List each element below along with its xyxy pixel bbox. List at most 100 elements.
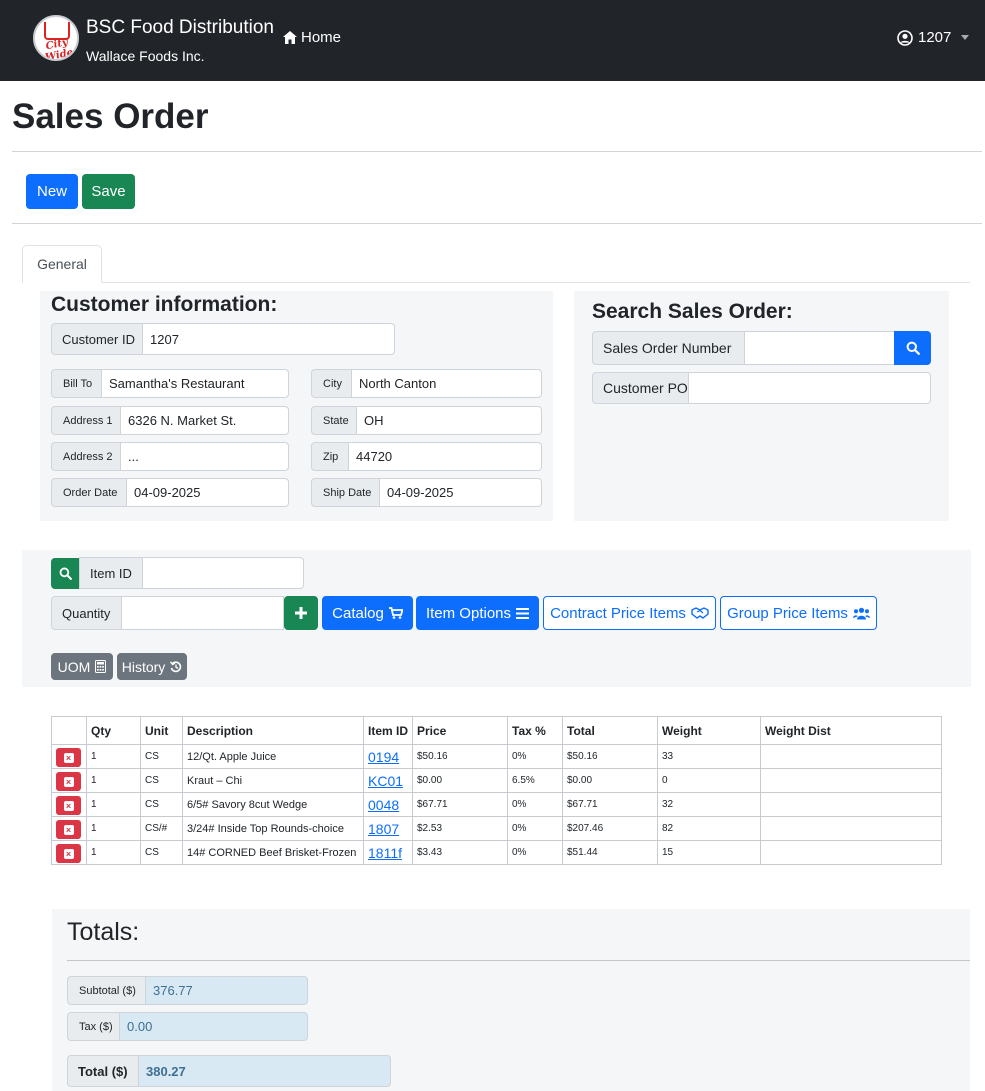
zip-label: Zip (311, 442, 349, 471)
qty-cell: 1 (86, 816, 141, 841)
nav-home-link[interactable]: Home (283, 29, 341, 46)
delete-row-button[interactable]: × (56, 772, 81, 791)
qty-cell: 1 (86, 792, 141, 817)
order-date-input[interactable]: 04-09-2025 (127, 478, 289, 507)
home-icon (283, 31, 297, 44)
city-input[interactable]: North Canton (352, 369, 542, 398)
item-id-link[interactable]: 1807 (363, 816, 413, 841)
logo-text: City Wide (44, 36, 75, 61)
user-menu-dropdown[interactable]: 1207 (897, 29, 970, 46)
weight-dist-cell[interactable] (760, 816, 942, 841)
description-cell: 14# CORNED Beef Brisket-Frozen (182, 840, 364, 865)
weight-dist-cell[interactable] (760, 744, 942, 769)
zip-group: Zip 44720 (311, 442, 542, 471)
new-button[interactable]: New (26, 174, 78, 209)
shopping-cart-icon (388, 607, 403, 619)
item-id-label: Item ID (79, 557, 143, 589)
weight-dist-cell[interactable] (760, 840, 942, 865)
tab-general[interactable]: General (22, 245, 102, 283)
bill-to-group: Bill To Samantha's Restaurant (51, 369, 289, 398)
add-item-button[interactable] (284, 596, 318, 630)
address1-label: Address 1 (51, 406, 121, 435)
order-date-group: Order Date 04-09-2025 (51, 478, 289, 507)
delete-row-button[interactable]: × (56, 844, 81, 863)
quantity-input[interactable] (122, 596, 284, 630)
catalog-label: Catalog (332, 604, 384, 622)
bill-to-input[interactable]: Samantha's Restaurant (102, 369, 289, 398)
city-group: City North Canton (311, 369, 542, 398)
contract-price-items-button[interactable]: Contract Price Items (543, 596, 716, 630)
total-cell: $50.16 (562, 744, 658, 769)
item-id-input[interactable] (143, 557, 304, 589)
address1-input[interactable]: 6326 N. Market St. (121, 406, 289, 435)
total-label: Total ($) (67, 1055, 139, 1087)
weight-dist-cell[interactable] (760, 792, 942, 817)
table-row: × 1 CS 12/Qt. Apple Juice 0194 $50.16 0%… (51, 744, 942, 769)
sales-order-number-input[interactable] (745, 331, 895, 365)
item-id-link[interactable]: 0194 (363, 744, 413, 769)
total-cell: $67.71 (562, 792, 658, 817)
close-icon: × (63, 800, 74, 811)
unit-cell: CS/# (140, 816, 183, 841)
users-icon (852, 607, 870, 619)
customer-po-label: Customer PO (592, 372, 689, 404)
unit-cell: CS (140, 768, 183, 793)
uom-button[interactable]: UOM (51, 653, 113, 680)
top-navbar: City Wide BSC Food Distribution Wallace … (0, 0, 985, 81)
weight-cell: 82 (657, 816, 761, 841)
address2-input[interactable]: ... (121, 442, 289, 471)
customer-id-input[interactable]: 1207 (143, 323, 395, 355)
address1-group: Address 1 6326 N. Market St. (51, 406, 289, 435)
delete-row-button[interactable]: × (56, 748, 81, 767)
company-logo[interactable]: City Wide (33, 15, 79, 61)
calculator-icon (95, 660, 107, 673)
catalog-button[interactable]: Catalog (322, 596, 413, 630)
total-group: Total ($) 380.27 (67, 1055, 391, 1087)
order-date-label: Order Date (51, 478, 127, 507)
tax-cell: 0% (507, 792, 563, 817)
unit-cell: CS (140, 840, 183, 865)
group-price-items-button[interactable]: Group Price Items (720, 596, 877, 630)
delete-row-button[interactable]: × (56, 796, 81, 815)
close-icon: × (63, 824, 74, 835)
save-button[interactable]: Save (82, 174, 135, 209)
ship-date-label: Ship Date (311, 478, 380, 507)
history-button[interactable]: History (117, 653, 187, 680)
row-actions-cell: × (51, 816, 87, 841)
weight-dist-cell[interactable] (760, 768, 942, 793)
item-search-button[interactable] (51, 558, 79, 589)
tax-group: Tax ($) 0.00 (67, 1012, 308, 1041)
description-cell: 6/5# Savory 8cut Wedge (182, 792, 364, 817)
price-cell: $3.43 (412, 840, 508, 865)
user-circle-icon (897, 29, 913, 46)
address2-label: Address 2 (51, 442, 121, 471)
col-header-item-id: Item ID (363, 716, 413, 745)
zip-input[interactable]: 44720 (349, 442, 542, 471)
item-id-link[interactable]: 1811f (363, 840, 413, 865)
item-id-link[interactable]: 0048 (363, 792, 413, 817)
item-options-label: Item Options (425, 604, 512, 622)
brand-title[interactable]: BSC Food Distribution (86, 17, 274, 39)
ship-date-input[interactable]: 04-09-2025 (380, 478, 542, 507)
sales-order-number-group: Sales Order Number (592, 331, 895, 365)
customer-po-input[interactable] (689, 372, 931, 404)
state-group: State OH (311, 406, 542, 435)
subtotal-group: Subtotal ($) 376.77 (67, 976, 308, 1005)
close-icon: × (63, 776, 74, 787)
state-input[interactable]: OH (357, 406, 542, 435)
price-cell: $50.16 (412, 744, 508, 769)
delete-row-button[interactable]: × (56, 820, 81, 839)
tax-cell: 0% (507, 816, 563, 841)
page-title: Sales Order (12, 97, 209, 136)
qty-cell: 1 (86, 840, 141, 865)
search-sales-order-heading: Search Sales Order: (592, 300, 793, 323)
qty-cell: 1 (86, 768, 141, 793)
menu-bars-icon (516, 607, 530, 619)
item-id-link[interactable]: KC01 (363, 768, 413, 793)
search-sales-order-button[interactable] (894, 331, 931, 365)
weight-cell: 32 (657, 792, 761, 817)
item-options-button[interactable]: Item Options (416, 596, 539, 630)
handshake-icon (691, 607, 709, 619)
totals-heading: Totals: (67, 918, 140, 946)
col-header-weight: Weight (657, 716, 761, 745)
